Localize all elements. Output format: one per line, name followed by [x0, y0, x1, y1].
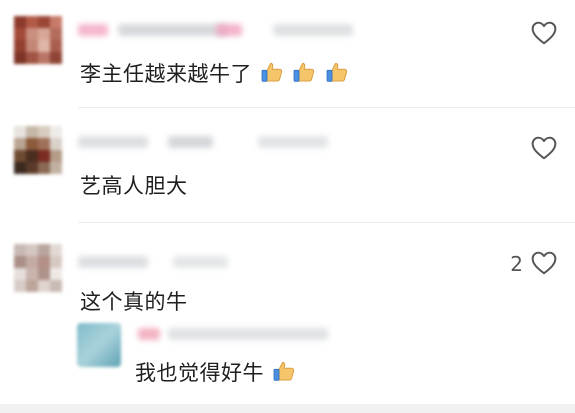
like-button[interactable]: [529, 250, 557, 276]
avatar[interactable]: [14, 16, 62, 64]
comment-text: 艺高人胆大: [80, 174, 188, 198]
heart-outline-icon: [531, 136, 557, 160]
comment-text: 这个真的牛: [80, 290, 188, 314]
like-button[interactable]: [529, 20, 557, 46]
like-count: 2: [510, 252, 523, 276]
emoji-group: [264, 361, 296, 385]
thumbs-up-icon: [326, 62, 347, 82]
username-blurred[interactable]: [78, 130, 378, 154]
like-button[interactable]: [529, 135, 557, 161]
divider: [78, 107, 575, 108]
reply-avatar[interactable]: [77, 323, 121, 367]
emoji-group: [252, 62, 349, 86]
reply-text: 我也觉得好牛: [135, 357, 296, 387]
comment-text: 李主任越来越牛了: [80, 58, 349, 88]
thumbs-up-icon: [261, 62, 283, 82]
thumbs-up-icon: [293, 62, 315, 82]
divider: [78, 222, 575, 223]
username-blurred[interactable]: [78, 250, 378, 274]
reply-username-blurred[interactable]: [138, 322, 368, 346]
thumbs-up-icon: [273, 361, 295, 381]
avatar[interactable]: [14, 126, 62, 174]
heart-outline-icon: [531, 251, 557, 275]
heart-outline-icon: [531, 21, 557, 45]
avatar[interactable]: [14, 244, 62, 292]
bottom-divider: [0, 404, 575, 413]
username-blurred[interactable]: [78, 18, 378, 42]
